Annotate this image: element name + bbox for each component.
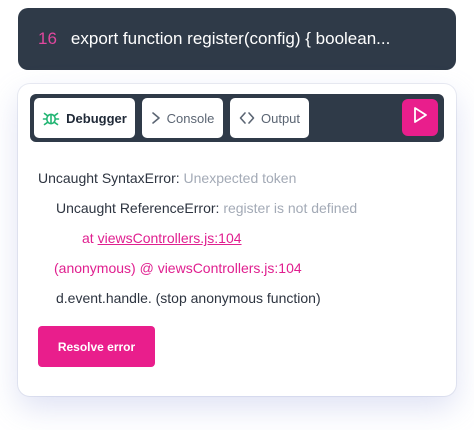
error-detail: Unexpected token xyxy=(183,170,297,186)
stack-frame-handle: d.event.handle. (stop anonymous function… xyxy=(56,290,321,306)
code-line-bar: 16 export function register(config) { bo… xyxy=(18,8,456,70)
error-label: Uncaught SyntaxError: xyxy=(38,170,180,186)
code-text: export function register(config) { boole… xyxy=(70,29,391,48)
code-brackets-icon xyxy=(239,111,255,125)
tab-output-label: Output xyxy=(260,110,301,126)
debug-panel: Debugger Console Output Uncaught SyntaxE… xyxy=(18,84,456,396)
error-detail: register is not defined xyxy=(223,200,358,216)
play-icon xyxy=(412,106,428,129)
error-line-location: at viewsControllers.js:104 xyxy=(82,230,242,246)
error-label: Uncaught ReferenceError: xyxy=(56,200,220,216)
line-number: 16 xyxy=(38,29,57,48)
tab-debugger-label: Debugger xyxy=(66,110,127,126)
tab-output[interactable]: Output xyxy=(230,98,309,138)
tab-console[interactable]: Console xyxy=(142,98,223,138)
run-button[interactable] xyxy=(402,99,438,136)
tab-console-label: Console xyxy=(166,110,215,126)
location-prefix: at xyxy=(82,230,94,246)
stack-frame-anonymous: (anonymous) @ viewsControllers.js:104 xyxy=(54,260,302,276)
error-line-syntax: Uncaught SyntaxError: Unexpected token xyxy=(38,170,296,186)
chevron-right-icon xyxy=(151,111,161,125)
error-line-reference: Uncaught ReferenceError: register is not… xyxy=(56,200,357,216)
resolve-error-button[interactable]: Resolve error xyxy=(38,326,155,367)
debug-toolbar: Debugger Console Output xyxy=(30,94,444,142)
tab-debugger[interactable]: Debugger xyxy=(34,98,135,138)
bug-icon xyxy=(42,110,60,126)
source-link[interactable]: viewsControllers.js:104 xyxy=(98,230,242,246)
